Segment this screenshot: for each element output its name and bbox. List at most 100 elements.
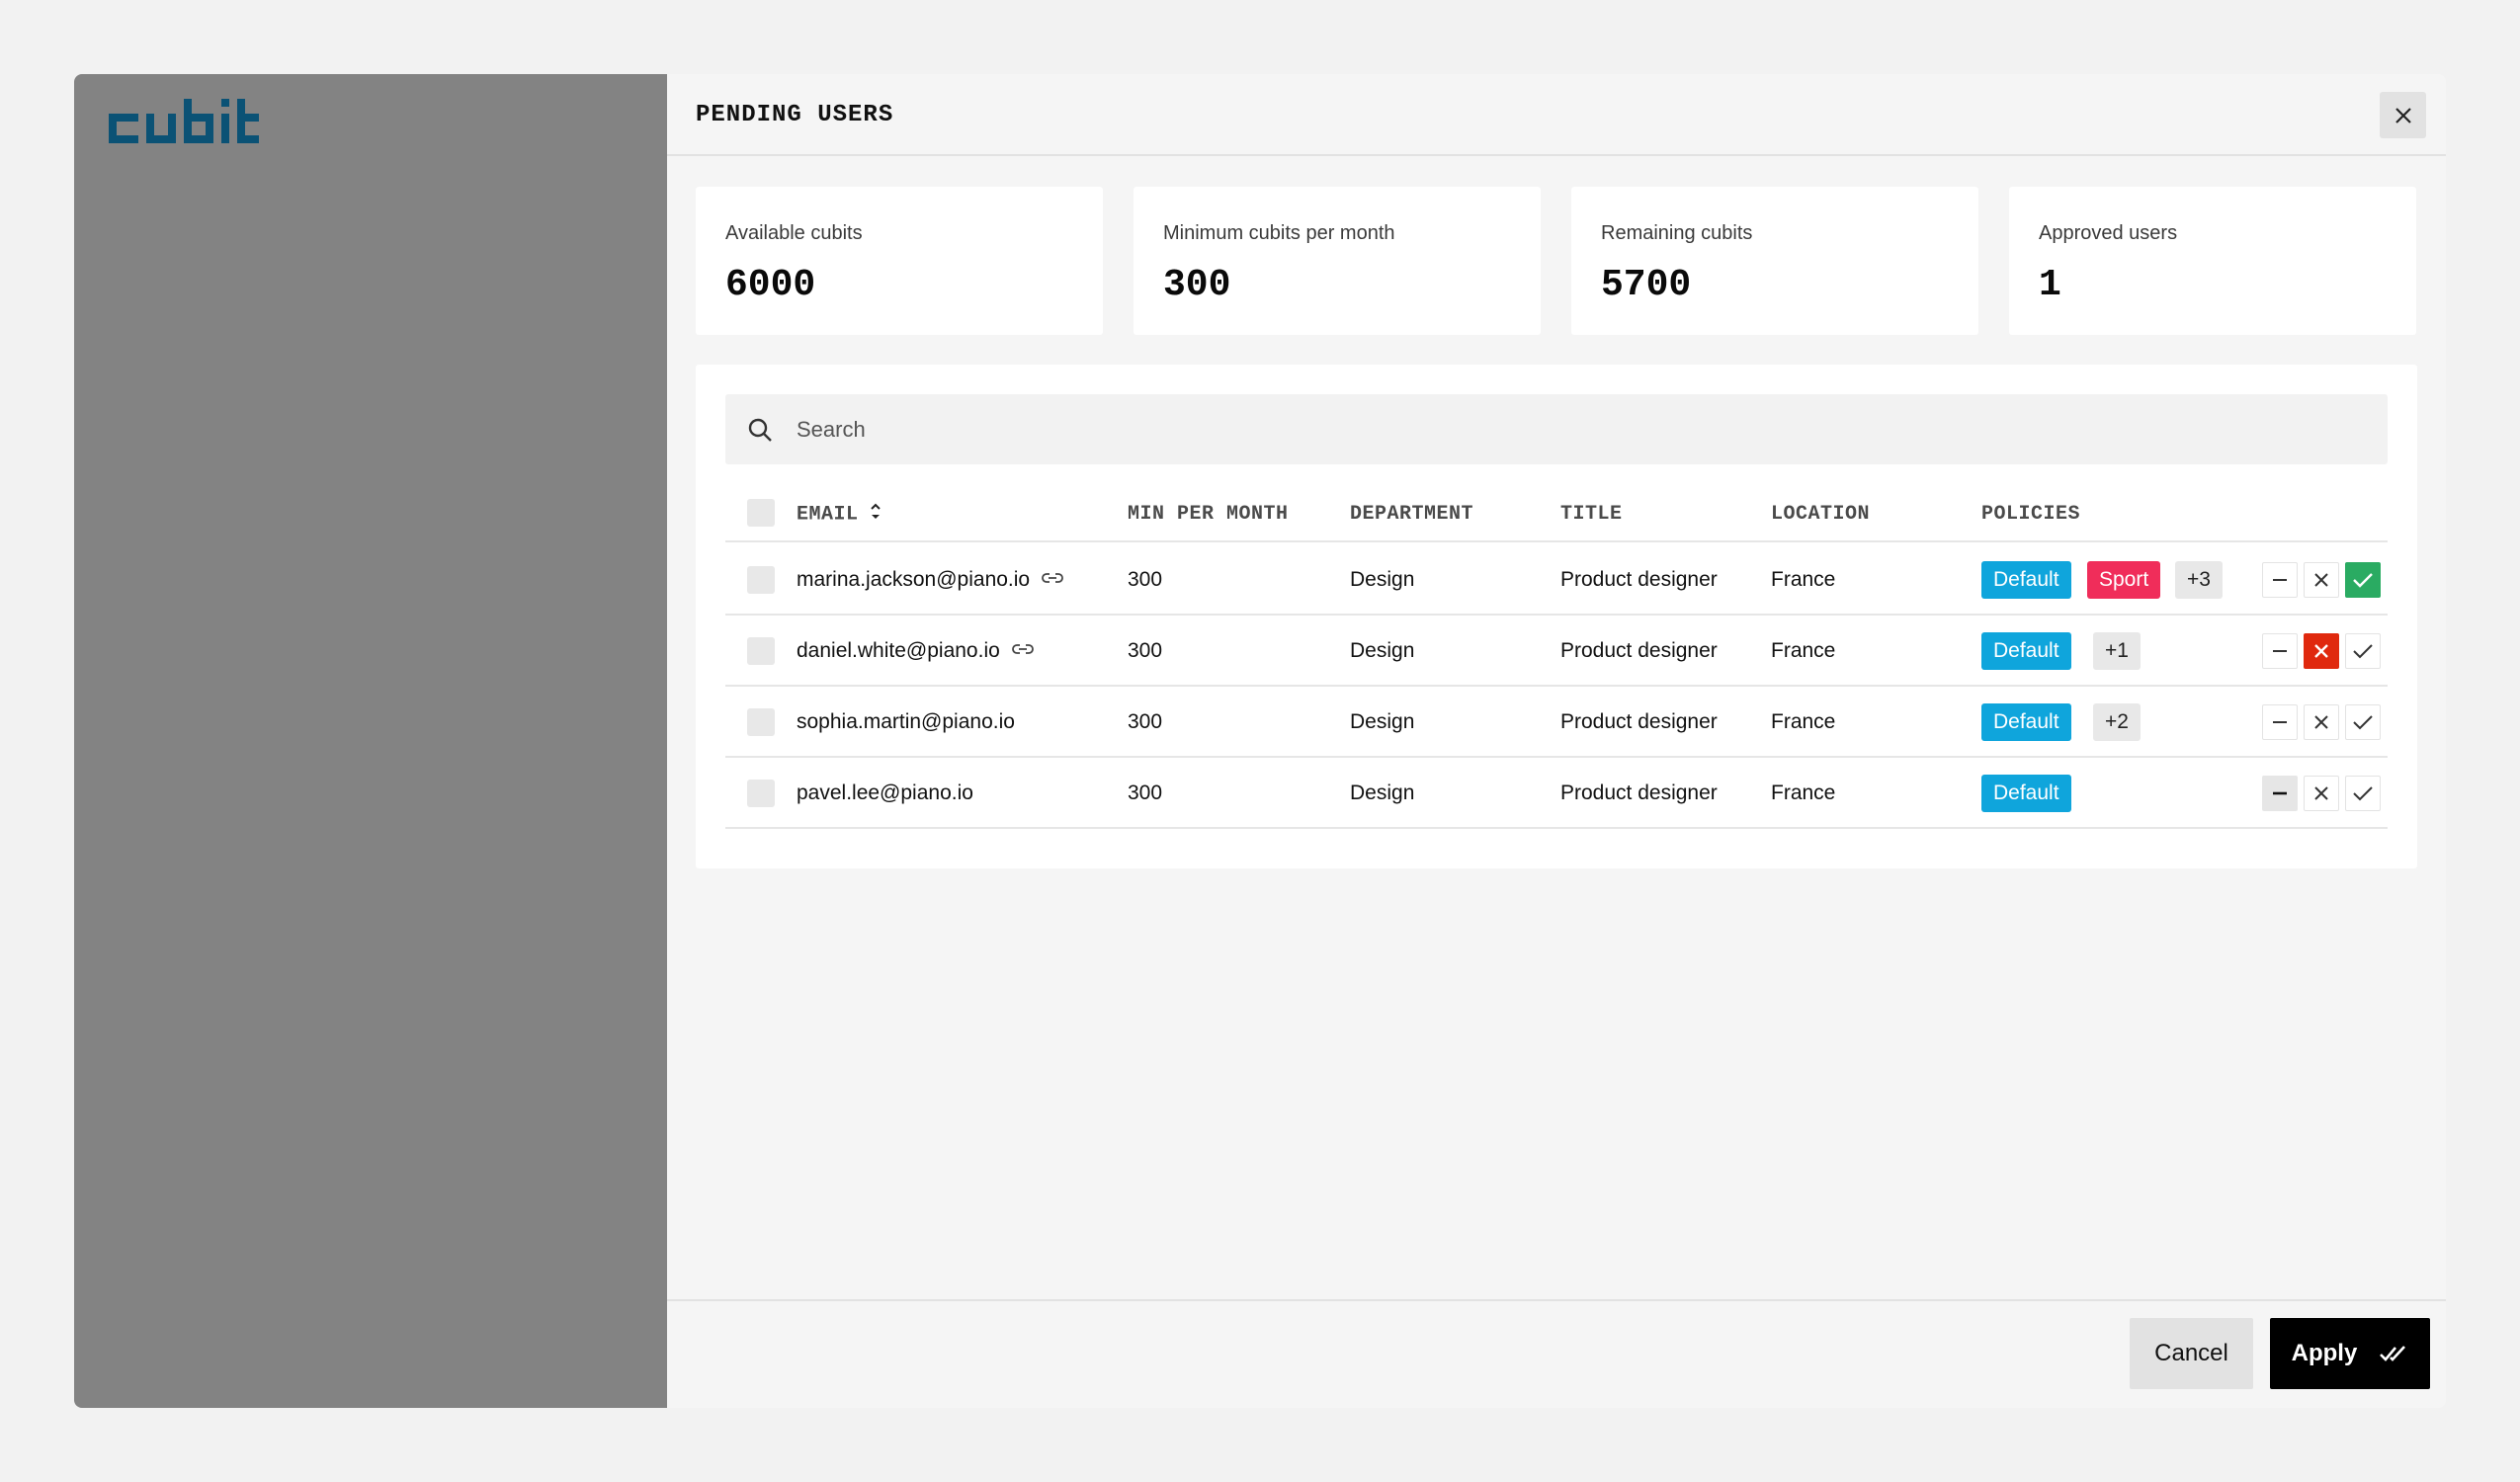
stat-remaining-cubits: Remaining cubits 5700 — [1571, 187, 1978, 335]
row-title: Product designer — [1560, 710, 1718, 733]
row-location: France — [1771, 782, 1836, 804]
pending-users-panel: PENDING USERS Available cubits 6000 Mini… — [667, 74, 2446, 1408]
stat-label: Minimum cubits per month — [1163, 222, 1395, 244]
column-header-label: EMAIL — [797, 503, 859, 527]
row-department: Design — [1350, 639, 1415, 662]
link-icon — [1042, 573, 1063, 584]
email-text: marina.jackson@piano.io — [797, 568, 1031, 591]
approve-button[interactable] — [2345, 633, 2381, 669]
app-window: PENDING USERS Available cubits 6000 Mini… — [74, 74, 2446, 1408]
row-department: Design — [1350, 782, 1415, 804]
sidebar — [74, 74, 667, 1408]
policy-tag-sport[interactable]: Sport — [2087, 561, 2161, 599]
stats-row: Available cubits 6000 Minimum cubits per… — [696, 187, 2417, 335]
select-all-checkbox[interactable] — [747, 499, 775, 527]
policy-tag-default[interactable]: Default — [1981, 632, 2071, 670]
set-pending-button[interactable] — [2262, 633, 2298, 669]
close-icon — [2314, 573, 2328, 587]
approve-button[interactable] — [2345, 776, 2381, 811]
stat-label: Remaining cubits — [1601, 222, 1753, 244]
row-department: Design — [1350, 568, 1415, 591]
cubit-logo — [109, 99, 259, 143]
reject-button[interactable] — [2304, 633, 2339, 669]
stat-minimum-cubits: Minimum cubits per month 300 — [1134, 187, 1541, 335]
minus-icon — [2273, 579, 2287, 581]
row-checkbox[interactable] — [747, 566, 775, 594]
approve-button[interactable] — [2345, 562, 2381, 598]
row-title: Product designer — [1560, 782, 1718, 804]
stat-label: Approved users — [2039, 222, 2178, 244]
close-icon — [2394, 107, 2411, 124]
reject-button[interactable] — [2304, 776, 2339, 811]
minus-icon — [2273, 791, 2287, 795]
approve-button[interactable] — [2345, 704, 2381, 740]
row-title: Product designer — [1560, 639, 1718, 662]
row-checkbox[interactable] — [747, 637, 775, 665]
row-location: France — [1771, 639, 1836, 662]
email-text: daniel.white@piano.io — [797, 639, 1000, 662]
search-bar — [725, 394, 2388, 464]
row-checkbox[interactable] — [747, 708, 775, 736]
close-icon — [2314, 715, 2328, 729]
stat-label: Available cubits — [725, 222, 863, 244]
row-department: Design — [1350, 710, 1415, 733]
policy-more-badge[interactable]: +1 — [2093, 632, 2141, 670]
panel-footer: Cancel Apply — [667, 1299, 2446, 1408]
minus-icon — [2273, 650, 2287, 652]
policy-tag-default[interactable]: Default — [1981, 561, 2071, 599]
table-row: daniel.white@piano.io 300 Design Product… — [725, 616, 2388, 687]
reject-button[interactable] — [2304, 704, 2339, 740]
check-icon — [2353, 644, 2373, 659]
close-icon — [2314, 786, 2328, 800]
set-pending-button[interactable] — [2262, 704, 2298, 740]
double-check-icon — [2380, 1346, 2406, 1361]
table-row: pavel.lee@piano.io 300 Design Product de… — [725, 758, 2388, 829]
cancel-button[interactable]: Cancel — [2130, 1318, 2253, 1389]
close-icon — [2314, 644, 2328, 658]
reject-button[interactable] — [2304, 562, 2339, 598]
page-title: PENDING USERS — [696, 102, 894, 128]
column-header-title: TITLE — [1560, 503, 1623, 526]
row-title: Product designer — [1560, 568, 1718, 591]
stat-approved-users: Approved users 1 — [2009, 187, 2416, 335]
policy-more-badge[interactable]: +2 — [2093, 703, 2141, 741]
column-header-location: LOCATION — [1771, 503, 1871, 526]
stat-value: 5700 — [1601, 264, 1692, 306]
apply-button[interactable]: Apply — [2270, 1318, 2430, 1389]
stat-value: 1 — [2039, 264, 2061, 306]
users-table-card: EMAIL MIN PER MONTH DEPARTMENT TITLE LOC… — [696, 365, 2417, 868]
policy-tag-default[interactable]: Default — [1981, 775, 2071, 812]
sort-icon — [870, 503, 881, 519]
row-location: France — [1771, 568, 1836, 591]
column-header-min-per-month: MIN PER MONTH — [1128, 503, 1289, 526]
search-icon — [748, 418, 772, 442]
column-header-email[interactable]: EMAIL — [797, 503, 882, 526]
search-input[interactable] — [797, 394, 2358, 464]
set-pending-button[interactable] — [2262, 776, 2298, 811]
minus-icon — [2273, 721, 2287, 723]
close-button[interactable] — [2380, 92, 2426, 138]
table-header: EMAIL MIN PER MONTH DEPARTMENT TITLE LOC… — [725, 483, 2388, 542]
stat-available-cubits: Available cubits 6000 — [696, 187, 1103, 335]
link-icon — [1011, 644, 1034, 655]
row-email: marina.jackson@piano.io — [797, 568, 1063, 592]
row-location: France — [1771, 710, 1836, 733]
policy-more-badge[interactable]: +3 — [2175, 561, 2223, 599]
check-icon — [2353, 715, 2373, 730]
table-row: marina.jackson@piano.io 300 Design Produ… — [725, 544, 2388, 616]
policy-tag-default[interactable]: Default — [1981, 703, 2071, 741]
row-email: sophia.martin@piano.io — [797, 710, 1015, 733]
set-pending-button[interactable] — [2262, 562, 2298, 598]
row-email: pavel.lee@piano.io — [797, 782, 973, 804]
row-min-per-month: 300 — [1128, 639, 1163, 662]
row-min-per-month: 300 — [1128, 710, 1163, 733]
row-min-per-month: 300 — [1128, 782, 1163, 804]
row-email: daniel.white@piano.io — [797, 639, 1034, 663]
table-row: sophia.martin@piano.io 300 Design Produc… — [725, 687, 2388, 758]
stat-value: 6000 — [725, 264, 816, 306]
panel-header: PENDING USERS — [667, 74, 2446, 156]
stat-value: 300 — [1163, 264, 1231, 306]
check-icon — [2353, 786, 2373, 801]
row-checkbox[interactable] — [747, 780, 775, 807]
check-icon — [2353, 573, 2373, 588]
